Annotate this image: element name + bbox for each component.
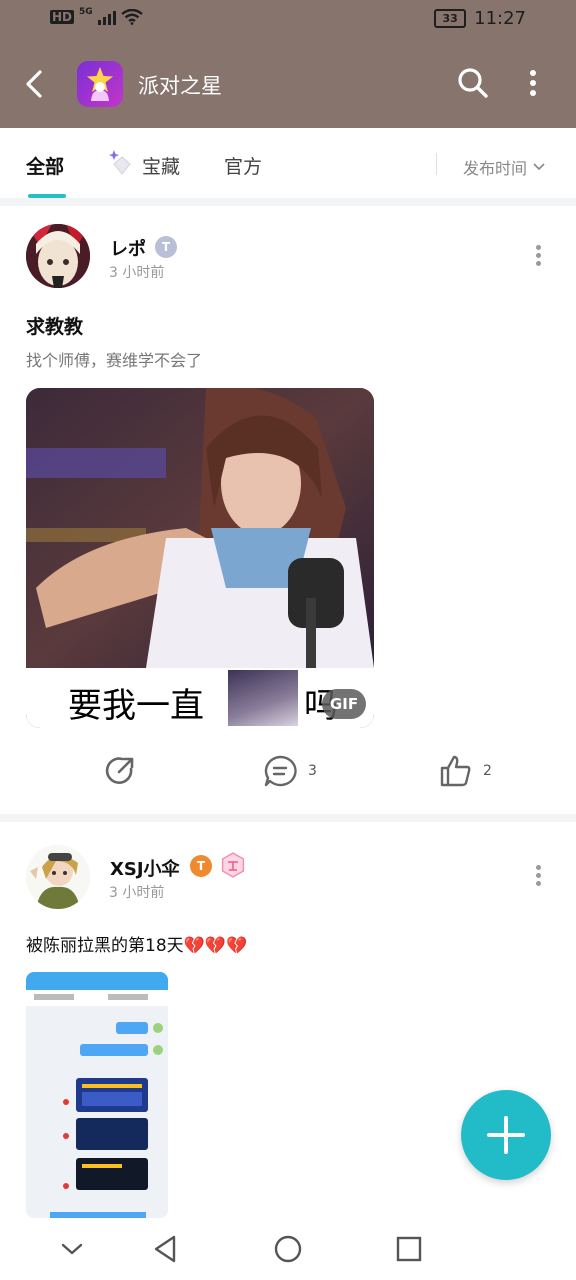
gif-frame (26, 388, 374, 668)
post-time: 3 小时前 (109, 265, 165, 281)
signal-icon (97, 9, 116, 25)
signal-gen-label: 5G (79, 7, 93, 17)
like-count: 2 (483, 763, 492, 779)
app-logo-icon (77, 61, 123, 107)
avatar[interactable] (26, 224, 90, 288)
chevron-down-icon[interactable] (54, 1232, 90, 1266)
sort-dropdown[interactable]: 发布时间 (463, 155, 545, 179)
page-title: 派对之星 (138, 74, 222, 98)
tab-official[interactable]: 官方 (224, 152, 262, 179)
more-vertical-icon[interactable] (516, 66, 550, 102)
gif-caption-thumbnail (228, 670, 298, 726)
create-post-button[interactable] (461, 1090, 551, 1180)
post-more-icon[interactable] (528, 862, 548, 890)
app-bar: 派对之星 (0, 40, 576, 128)
back-triangle-icon[interactable] (148, 1232, 184, 1266)
network-label: HD (50, 10, 75, 24)
thumbs-up-icon (440, 755, 471, 787)
honor-badge-icon (221, 852, 245, 878)
search-icon[interactable] (455, 65, 491, 101)
status-bar: HD 5G 33 11:27 (0, 0, 576, 40)
gif-caption: 要我一直 吗 (26, 668, 374, 728)
chat-screenshot (26, 972, 168, 1218)
comment-button[interactable]: 3 (262, 754, 317, 788)
gif-badge: GIF (322, 689, 366, 719)
share-button[interactable] (103, 754, 137, 788)
tab-all[interactable]: 全部 (26, 152, 64, 179)
home-circle-icon[interactable] (270, 1232, 306, 1266)
comment-icon (264, 755, 297, 787)
tab-treasure[interactable]: 宝藏 (142, 152, 180, 179)
post-username[interactable]: XSJ小伞 (110, 855, 180, 881)
post-username[interactable]: レポ (110, 235, 146, 261)
wifi-icon (120, 9, 143, 25)
battery-indicator: 33 (434, 9, 467, 28)
tab-divider (436, 153, 437, 175)
post-gif-image[interactable]: 要我一直 吗 GIF (26, 388, 374, 728)
section-divider (0, 198, 576, 206)
clock: 11:27 (474, 8, 526, 29)
post-body: 找个师傅，赛维学不会了 (26, 351, 203, 370)
avatar[interactable] (26, 845, 90, 909)
system-nav-bar (0, 1218, 576, 1280)
top-bar: HD 5G 33 11:27 派对之星 (0, 0, 576, 128)
post-text: 被陈丽拉黑的第18天💔💔💔 (26, 936, 248, 956)
post-title: 求教教 (26, 316, 84, 338)
tab-bar: 全部 宝藏 官方 发布时间 (0, 128, 576, 200)
recents-square-icon[interactable] (391, 1232, 427, 1266)
diamond-sparkle-icon (109, 150, 131, 175)
level-badge: T (190, 855, 212, 877)
back-arrow-icon[interactable] (20, 64, 52, 104)
chevron-down-icon (533, 163, 545, 171)
post-more-icon[interactable] (528, 242, 548, 270)
section-divider (0, 814, 576, 822)
level-badge: T (155, 236, 177, 258)
comment-count: 3 (308, 763, 317, 779)
like-button[interactable]: 2 (439, 754, 492, 788)
post-screenshot-image[interactable] (26, 972, 168, 1218)
post-time: 3 小时前 (109, 885, 165, 901)
sort-label: 发布时间 (463, 159, 528, 178)
share-icon (105, 757, 134, 784)
gif-caption-left: 要我一直 (68, 686, 204, 726)
